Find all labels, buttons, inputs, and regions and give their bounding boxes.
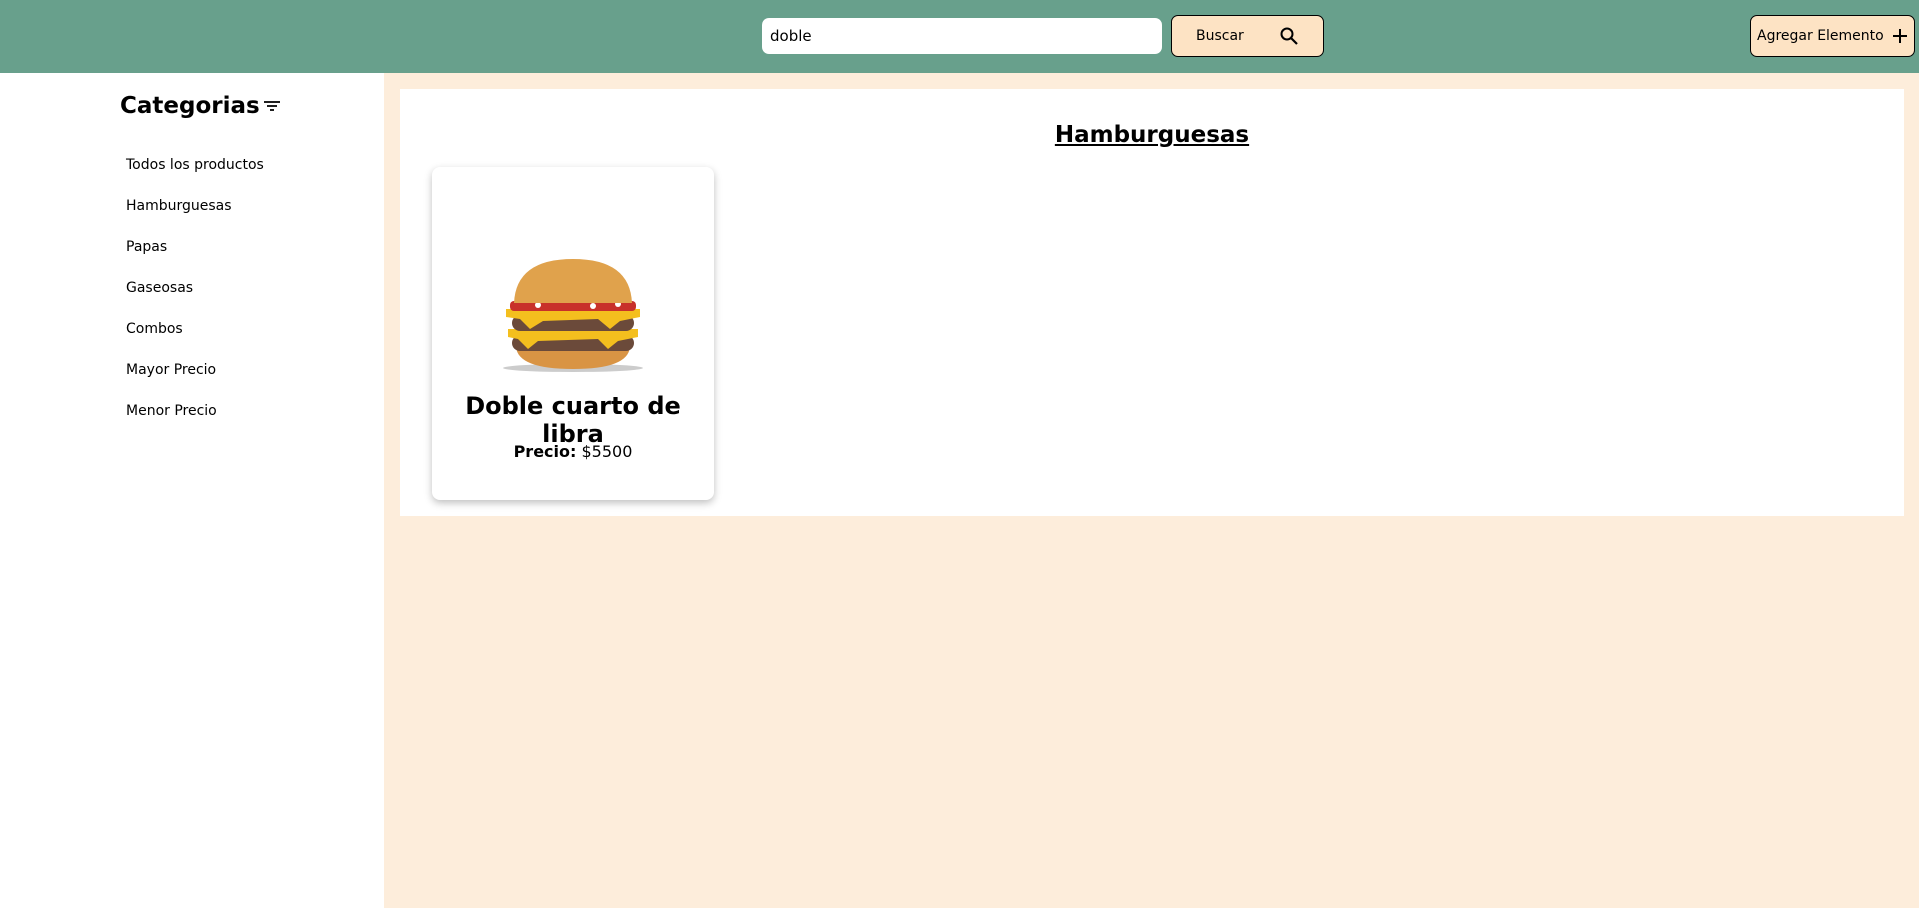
price-label: Precio: [513,442,577,461]
sort-lowest-price[interactable]: Menor Precio [126,403,217,419]
search-button-label: Buscar [1196,28,1244,44]
filter-icon[interactable] [263,99,281,113]
product-name: Doble cuarto de libra [465,392,681,448]
sort-highest-price[interactable]: Mayor Precio [126,362,216,378]
category-papas[interactable]: Papas [126,239,167,255]
add-item-button[interactable]: Agregar Elemento [1750,15,1915,57]
categories-title: Categorias [120,93,260,119]
search-icon [1280,27,1298,45]
category-all-products[interactable]: Todos los productos [126,157,264,173]
search-button[interactable]: Buscar [1171,15,1324,57]
category-hamburguesas[interactable]: Hamburguesas [126,198,232,214]
top-bar: Buscar Agregar Elemento [0,0,1919,73]
categories-sidebar: Categorias Todos los productos Hamburgue… [0,73,384,908]
product-price: Precio: $5500 [432,442,714,461]
section-title: Hamburguesas [1054,122,1250,148]
categories-heading: Categorias [120,93,281,119]
plus-icon [1893,29,1907,43]
products-panel: Hamburguesas Doble cuarto de libra Preci… [400,89,1904,516]
search-input[interactable] [762,18,1162,54]
category-combos[interactable]: Combos [126,321,183,337]
price-value: $5500 [581,442,633,461]
category-gaseosas[interactable]: Gaseosas [126,280,193,296]
burger-image [503,259,643,372]
add-item-label: Agregar Elemento [1757,28,1884,44]
product-card[interactable]: Doble cuarto de libra Precio: $5500 [432,167,714,500]
